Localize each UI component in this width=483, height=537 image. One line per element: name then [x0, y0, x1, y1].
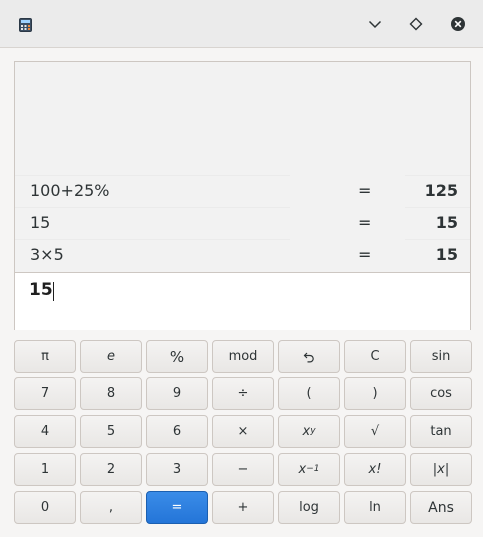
expression-input[interactable]: 15 — [15, 272, 470, 330]
log-button[interactable]: log — [278, 491, 340, 524]
undo-icon — [303, 352, 314, 362]
history-equals-sign: = — [358, 181, 372, 200]
inverse-button[interactable]: x −1 — [278, 453, 340, 486]
history-divider — [405, 239, 470, 240]
digit-2-button[interactable]: 2 — [80, 453, 142, 486]
history-divider — [15, 239, 290, 240]
digit-8-button[interactable]: 8 — [80, 377, 142, 410]
absolute-value-button[interactable]: |x| — [410, 453, 472, 486]
undo-button[interactable] — [278, 340, 340, 373]
close-paren-button[interactable]: ) — [344, 377, 406, 410]
ans-button[interactable]: Ans — [410, 491, 472, 524]
subtract-button[interactable]: − — [212, 453, 274, 486]
close-button[interactable] — [446, 12, 470, 36]
history-result[interactable]: 15 — [436, 213, 458, 232]
digit-7-button[interactable]: 7 — [14, 377, 76, 410]
history-expression[interactable]: 100+25% — [30, 181, 110, 200]
expression-input-value[interactable]: 15 — [29, 280, 53, 300]
history-expression[interactable]: 15 — [30, 213, 50, 232]
digit-5-button[interactable]: 5 — [80, 415, 142, 448]
history-row[interactable]: 100+25% = 125 — [15, 175, 470, 206]
display-panel: 100+25% = 125 15 = 15 3×5 = 15 15 — [14, 61, 471, 330]
digit-0-button[interactable]: 0 — [14, 491, 76, 524]
history-row[interactable]: 15 = 15 — [15, 207, 470, 238]
minimize-button[interactable] — [363, 12, 387, 36]
history-result[interactable]: 125 — [425, 181, 458, 200]
history-divider — [15, 175, 290, 176]
digit-4-button[interactable]: 4 — [14, 415, 76, 448]
sin-button[interactable]: sin — [410, 340, 472, 373]
absolute-value-label: |x| — [432, 462, 450, 477]
euler-e-label: e — [107, 349, 115, 364]
factorial-label: x! — [368, 462, 382, 477]
digit-3-button[interactable]: 3 — [146, 453, 208, 486]
power-button[interactable]: xy — [278, 415, 340, 448]
text-cursor — [53, 282, 54, 301]
digit-6-button[interactable]: 6 — [146, 415, 208, 448]
multiply-button[interactable]: × — [212, 415, 274, 448]
history-equals-sign: = — [358, 245, 372, 264]
open-paren-button[interactable]: ( — [278, 377, 340, 410]
divide-button[interactable]: ÷ — [212, 377, 274, 410]
history-divider — [15, 207, 290, 208]
cos-button[interactable]: cos — [410, 377, 472, 410]
title-bar — [0, 0, 483, 48]
history-result[interactable]: 15 — [436, 245, 458, 264]
mod-button[interactable]: mod — [212, 340, 274, 373]
euler-e-button[interactable]: e — [80, 340, 142, 373]
diamond-icon — [409, 17, 423, 31]
tan-button[interactable]: tan — [410, 415, 472, 448]
history-expression[interactable]: 3×5 — [30, 245, 64, 264]
digit-9-button[interactable]: 9 — [146, 377, 208, 410]
close-icon — [451, 17, 465, 31]
chevron-down-icon — [368, 20, 382, 29]
clear-button[interactable]: C — [344, 340, 406, 373]
decimal-separator-button[interactable]: , — [80, 491, 142, 524]
inverse-base-label: x — [298, 462, 307, 477]
percent-button[interactable]: % — [146, 340, 208, 373]
maximize-button[interactable] — [404, 12, 428, 36]
power-exponent-label: y — [310, 425, 316, 436]
equals-button[interactable]: = — [146, 491, 208, 524]
history-divider — [405, 175, 470, 176]
factorial-button[interactable]: x! — [344, 453, 406, 486]
pi-button[interactable]: π — [14, 340, 76, 373]
calculator-icon — [19, 17, 32, 32]
digit-1-button[interactable]: 1 — [14, 453, 76, 486]
history-row[interactable]: 3×5 = 15 — [15, 239, 470, 270]
history-divider — [405, 207, 470, 208]
history-equals-sign: = — [358, 213, 372, 232]
add-button[interactable]: + — [212, 491, 274, 524]
inverse-exponent-label: −1 — [306, 463, 320, 474]
sqrt-button[interactable]: √ — [344, 415, 406, 448]
ln-button[interactable]: ln — [344, 491, 406, 524]
